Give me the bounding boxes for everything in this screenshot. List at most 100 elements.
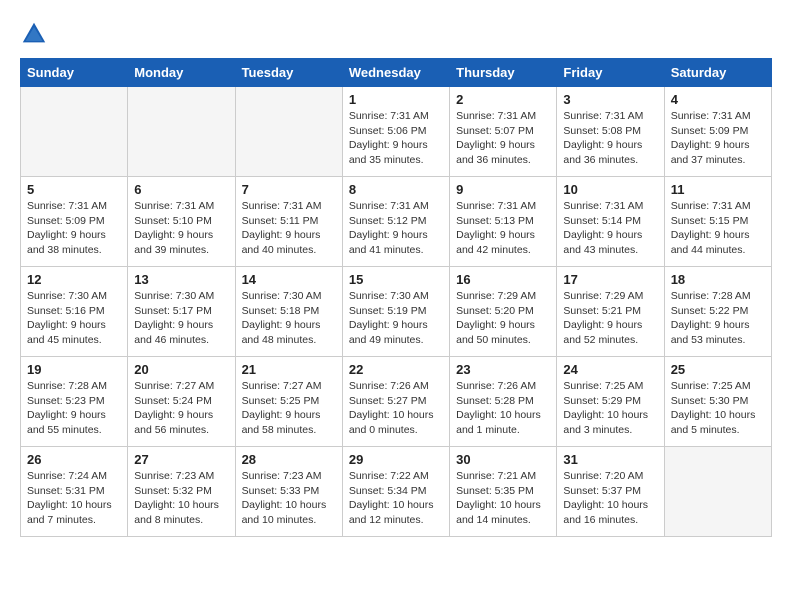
day-info: Sunrise: 7:30 AM Sunset: 5:18 PM Dayligh…	[242, 289, 336, 348]
day-info: Sunrise: 7:31 AM Sunset: 5:14 PM Dayligh…	[563, 199, 657, 258]
calendar-cell: 30 Sunrise: 7:21 AM Sunset: 5:35 PM Dayli…	[450, 447, 557, 537]
calendar-header-friday: Friday	[557, 59, 664, 87]
day-number: 1	[349, 92, 443, 107]
calendar-cell: 10 Sunrise: 7:31 AM Sunset: 5:14 PM Dayli…	[557, 177, 664, 267]
calendar-header-wednesday: Wednesday	[342, 59, 449, 87]
day-info: Sunrise: 7:31 AM Sunset: 5:09 PM Dayligh…	[671, 109, 765, 168]
day-info: Sunrise: 7:28 AM Sunset: 5:23 PM Dayligh…	[27, 379, 121, 438]
calendar-header-row: SundayMondayTuesdayWednesdayThursdayFrid…	[21, 59, 772, 87]
calendar-cell: 5 Sunrise: 7:31 AM Sunset: 5:09 PM Daylig…	[21, 177, 128, 267]
calendar-cell: 15Sunrise: 7:30 AM Sunset: 5:19 PM Dayli…	[342, 267, 449, 357]
calendar-cell: 12 Sunrise: 7:30 AM Sunset: 5:16 PM Dayli…	[21, 267, 128, 357]
day-number: 2	[456, 92, 550, 107]
calendar-cell: 19 Sunrise: 7:28 AM Sunset: 5:23 PM Dayli…	[21, 357, 128, 447]
day-info: Sunrise: 7:21 AM Sunset: 5:35 PM Dayligh…	[456, 469, 550, 528]
calendar-cell: 28 Sunrise: 7:23 AM Sunset: 5:33 PM Dayli…	[235, 447, 342, 537]
day-info: Sunrise: 7:29 AM Sunset: 5:20 PM Dayligh…	[456, 289, 550, 348]
day-number: 27	[134, 452, 228, 467]
day-info: Sunrise: 7:23 AM Sunset: 5:32 PM Dayligh…	[134, 469, 228, 528]
calendar-cell: 6 Sunrise: 7:31 AM Sunset: 5:10 PM Daylig…	[128, 177, 235, 267]
day-number: 3	[563, 92, 657, 107]
calendar-header-tuesday: Tuesday	[235, 59, 342, 87]
day-info: Sunrise: 7:31 AM Sunset: 5:13 PM Dayligh…	[456, 199, 550, 258]
day-number: 29	[349, 452, 443, 467]
day-number: 16	[456, 272, 550, 287]
day-number: 24	[563, 362, 657, 377]
calendar-cell: 9 Sunrise: 7:31 AM Sunset: 5:13 PM Daylig…	[450, 177, 557, 267]
day-number: 12	[27, 272, 121, 287]
day-info: Sunrise: 7:25 AM Sunset: 5:30 PM Dayligh…	[671, 379, 765, 438]
calendar-table: SundayMondayTuesdayWednesdayThursdayFrid…	[20, 58, 772, 537]
calendar-cell: 4 Sunrise: 7:31 AM Sunset: 5:09 PM Daylig…	[664, 87, 771, 177]
day-number: 15	[349, 272, 443, 287]
calendar-cell: 1 Sunrise: 7:31 AM Sunset: 5:06 PM Daylig…	[342, 87, 449, 177]
day-info: Sunrise: 7:31 AM Sunset: 5:08 PM Dayligh…	[563, 109, 657, 168]
calendar-header-thursday: Thursday	[450, 59, 557, 87]
day-number: 11	[671, 182, 765, 197]
calendar-header-sunday: Sunday	[21, 59, 128, 87]
day-number: 7	[242, 182, 336, 197]
calendar-cell: 18 Sunrise: 7:28 AM Sunset: 5:22 PM Dayli…	[664, 267, 771, 357]
calendar-cell: 22 Sunrise: 7:26 AM Sunset: 5:27 PM Dayli…	[342, 357, 449, 447]
day-info: Sunrise: 7:28 AM Sunset: 5:22 PM Dayligh…	[671, 289, 765, 348]
day-number: 17	[563, 272, 657, 287]
day-number: 25	[671, 362, 765, 377]
day-number: 23	[456, 362, 550, 377]
day-info: Sunrise: 7:26 AM Sunset: 5:28 PM Dayligh…	[456, 379, 550, 438]
day-number: 10	[563, 182, 657, 197]
day-info: Sunrise: 7:31 AM Sunset: 5:12 PM Dayligh…	[349, 199, 443, 258]
calendar-cell: 16 Sunrise: 7:29 AM Sunset: 5:20 PM Dayli…	[450, 267, 557, 357]
day-number: 31	[563, 452, 657, 467]
calendar-week-5: 26Sunrise: 7:24 AM Sunset: 5:31 PM Dayli…	[21, 447, 772, 537]
calendar-week-1: 1 Sunrise: 7:31 AM Sunset: 5:06 PM Daylig…	[21, 87, 772, 177]
day-info: Sunrise: 7:31 AM Sunset: 5:15 PM Dayligh…	[671, 199, 765, 258]
day-number: 18	[671, 272, 765, 287]
calendar-cell: 3 Sunrise: 7:31 AM Sunset: 5:08 PM Daylig…	[557, 87, 664, 177]
day-info: Sunrise: 7:27 AM Sunset: 5:24 PM Dayligh…	[134, 379, 228, 438]
day-number: 6	[134, 182, 228, 197]
calendar-cell: 2Sunrise: 7:31 AM Sunset: 5:07 PM Daylig…	[450, 87, 557, 177]
calendar-cell	[21, 87, 128, 177]
calendar-cell: 20Sunrise: 7:27 AM Sunset: 5:24 PM Dayli…	[128, 357, 235, 447]
day-number: 14	[242, 272, 336, 287]
calendar-cell: 26Sunrise: 7:24 AM Sunset: 5:31 PM Dayli…	[21, 447, 128, 537]
calendar-cell	[128, 87, 235, 177]
day-info: Sunrise: 7:31 AM Sunset: 5:11 PM Dayligh…	[242, 199, 336, 258]
day-number: 22	[349, 362, 443, 377]
calendar-cell: 23 Sunrise: 7:26 AM Sunset: 5:28 PM Dayli…	[450, 357, 557, 447]
calendar-header-monday: Monday	[128, 59, 235, 87]
day-info: Sunrise: 7:30 AM Sunset: 5:16 PM Dayligh…	[27, 289, 121, 348]
day-number: 19	[27, 362, 121, 377]
day-number: 28	[242, 452, 336, 467]
calendar-cell: 11 Sunrise: 7:31 AM Sunset: 5:15 PM Dayli…	[664, 177, 771, 267]
calendar-cell: 29 Sunrise: 7:22 AM Sunset: 5:34 PM Dayli…	[342, 447, 449, 537]
day-info: Sunrise: 7:26 AM Sunset: 5:27 PM Dayligh…	[349, 379, 443, 438]
day-info: Sunrise: 7:31 AM Sunset: 5:10 PM Dayligh…	[134, 199, 228, 258]
calendar-cell: 17 Sunrise: 7:29 AM Sunset: 5:21 PM Dayli…	[557, 267, 664, 357]
day-number: 9	[456, 182, 550, 197]
day-info: Sunrise: 7:31 AM Sunset: 5:09 PM Dayligh…	[27, 199, 121, 258]
day-info: Sunrise: 7:24 AM Sunset: 5:31 PM Dayligh…	[27, 469, 121, 528]
day-info: Sunrise: 7:25 AM Sunset: 5:29 PM Dayligh…	[563, 379, 657, 438]
calendar-cell: 8Sunrise: 7:31 AM Sunset: 5:12 PM Daylig…	[342, 177, 449, 267]
calendar-cell: 7 Sunrise: 7:31 AM Sunset: 5:11 PM Daylig…	[235, 177, 342, 267]
logo-icon	[20, 20, 48, 48]
day-number: 13	[134, 272, 228, 287]
day-number: 30	[456, 452, 550, 467]
calendar-cell	[664, 447, 771, 537]
day-info: Sunrise: 7:22 AM Sunset: 5:34 PM Dayligh…	[349, 469, 443, 528]
day-info: Sunrise: 7:27 AM Sunset: 5:25 PM Dayligh…	[242, 379, 336, 438]
day-info: Sunrise: 7:23 AM Sunset: 5:33 PM Dayligh…	[242, 469, 336, 528]
day-number: 4	[671, 92, 765, 107]
day-info: Sunrise: 7:30 AM Sunset: 5:17 PM Dayligh…	[134, 289, 228, 348]
page-header	[20, 20, 772, 48]
calendar-week-4: 19 Sunrise: 7:28 AM Sunset: 5:23 PM Dayli…	[21, 357, 772, 447]
calendar-cell: 21 Sunrise: 7:27 AM Sunset: 5:25 PM Dayli…	[235, 357, 342, 447]
calendar-cell: 13 Sunrise: 7:30 AM Sunset: 5:17 PM Dayli…	[128, 267, 235, 357]
day-number: 5	[27, 182, 121, 197]
day-info: Sunrise: 7:20 AM Sunset: 5:37 PM Dayligh…	[563, 469, 657, 528]
calendar-cell: 24 Sunrise: 7:25 AM Sunset: 5:29 PM Dayli…	[557, 357, 664, 447]
day-info: Sunrise: 7:31 AM Sunset: 5:06 PM Dayligh…	[349, 109, 443, 168]
day-info: Sunrise: 7:29 AM Sunset: 5:21 PM Dayligh…	[563, 289, 657, 348]
day-number: 21	[242, 362, 336, 377]
